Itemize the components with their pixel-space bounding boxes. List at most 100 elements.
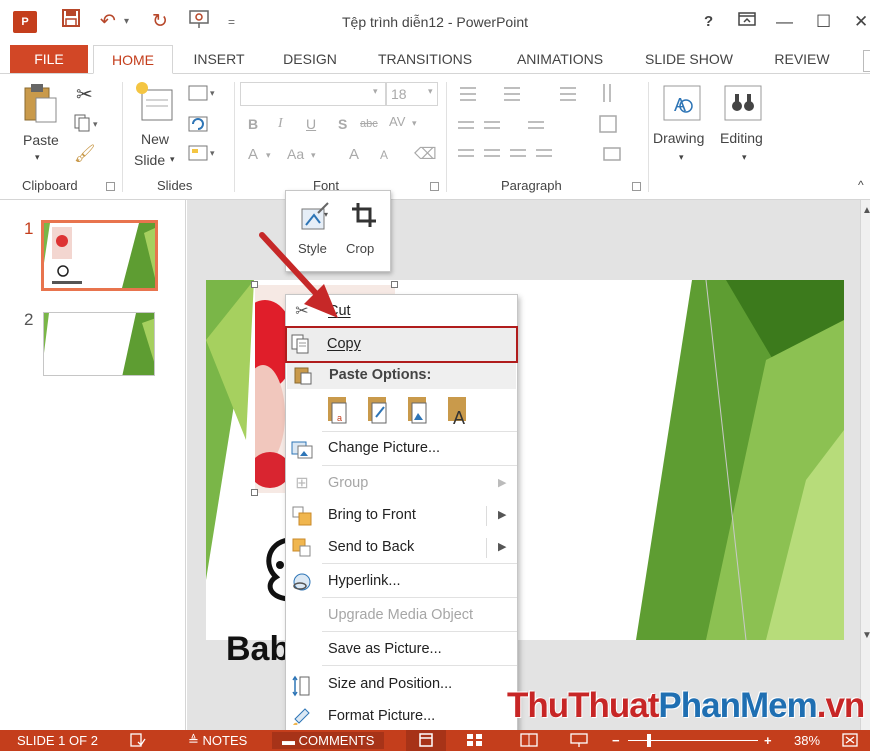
zoom-out-button[interactable]: − — [612, 733, 620, 748]
menu-item-save-as-picture[interactable]: Save as Picture... — [286, 635, 517, 665]
new-slide-icon[interactable] — [134, 80, 174, 129]
italic-button[interactable]: I — [278, 116, 283, 132]
paragraph-launcher-icon[interactable] — [632, 182, 641, 191]
help-button[interactable]: ? — [704, 10, 713, 34]
menu-item-change-picture[interactable]: Change Picture... — [286, 434, 517, 464]
slide-thumbnail-2[interactable] — [43, 312, 155, 376]
tab-design[interactable]: DESIGN — [272, 45, 348, 73]
svg-text:▾: ▾ — [210, 148, 215, 158]
scroll-up-icon[interactable]: ▲ — [862, 205, 870, 216]
zoom-in-button[interactable]: + — [764, 733, 772, 748]
clear-formatting-icon[interactable]: ⌫ — [414, 144, 437, 164]
menu-item-group[interactable]: ⊞ Group ▶ — [286, 469, 517, 499]
paste-use-destination-theme-icon: a — [328, 397, 347, 424]
grow-font-button[interactable]: A — [349, 146, 359, 163]
zoom-slider-thumb[interactable] — [647, 734, 651, 747]
crop-button[interactable]: Crop — [346, 241, 374, 256]
paste-dropdown-icon[interactable]: ▾ — [35, 152, 40, 163]
paste-label[interactable]: Paste — [23, 132, 59, 148]
tab-transitions[interactable]: TRANSITIONS — [366, 45, 484, 73]
format-picture-icon — [291, 707, 313, 727]
picture-style-icon[interactable]: ▾ — [300, 201, 332, 236]
notes-button[interactable]: ≜ NOTES — [188, 733, 247, 748]
normal-view-button[interactable] — [406, 730, 446, 751]
font-launcher-icon[interactable] — [430, 182, 439, 191]
menu-label-bring-to-front: Bring to Front — [328, 507, 416, 523]
comments-button[interactable]: ▬ COMMENTS — [272, 732, 385, 749]
menu-item-hyperlink[interactable]: Hyperlink... — [286, 567, 517, 597]
copy-icon[interactable]: ▾ — [74, 114, 102, 135]
resize-handle[interactable] — [391, 281, 398, 288]
drawing-icon[interactable]: A — [662, 84, 702, 129]
maximize-button[interactable]: ☐ — [816, 10, 831, 34]
drawing-dropdown-icon[interactable]: ▾ — [679, 152, 684, 163]
bold-button[interactable]: B — [248, 116, 258, 132]
drawing-label[interactable]: Drawing — [653, 130, 704, 146]
watermark: ThuThuatPhanMem.vn — [507, 686, 865, 726]
menu-item-size-and-position[interactable]: Size and Position... — [286, 670, 517, 700]
paragraph-controls-icon[interactable] — [454, 82, 644, 177]
crop-icon[interactable] — [350, 201, 378, 234]
minimize-button[interactable]: — — [776, 10, 793, 34]
font-family-select[interactable] — [240, 82, 386, 106]
menu-item-cut[interactable]: ✂ Cut — [286, 297, 517, 327]
slide-sorter-view-icon[interactable] — [466, 733, 484, 750]
format-painter-icon[interactable]: 🖌 — [74, 144, 96, 164]
cut-icon[interactable]: ✂ — [76, 82, 93, 107]
thumbnail-number-1: 1 — [24, 219, 34, 238]
slide-thumbnail-1[interactable] — [41, 220, 158, 291]
tab-slide-show[interactable]: SLIDE SHOW — [636, 45, 742, 73]
menu-label-group: Group — [328, 475, 369, 491]
zoom-level[interactable]: 38% — [794, 733, 820, 748]
submenu-arrow-icon[interactable]: ▶ — [498, 540, 506, 553]
menu-item-copy[interactable]: Copy — [285, 326, 518, 363]
tab-file[interactable]: FILE — [10, 45, 88, 73]
slide-show-view-icon[interactable] — [570, 733, 588, 750]
character-spacing-button[interactable]: AV — [389, 114, 405, 129]
new-slide-dropdown-icon[interactable]: ▾ — [170, 154, 175, 165]
editing-label[interactable]: Editing — [720, 130, 763, 146]
paste-icon[interactable] — [22, 82, 58, 129]
layout-icon[interactable]: ▾ ▾ — [188, 84, 222, 169]
menu-item-bring-to-front[interactable]: Bring to Front ▶ — [286, 501, 517, 531]
editing-dropdown-icon[interactable]: ▾ — [742, 152, 747, 163]
collapse-ribbon-icon[interactable]: ^ — [858, 178, 864, 192]
new-slide-label-line2[interactable]: Slide — [134, 152, 165, 168]
font-size-dropdown-icon[interactable]: ▾ — [428, 86, 433, 97]
menu-item-send-to-back[interactable]: Send to Back ▶ — [286, 533, 517, 563]
font-color-button[interactable]: A — [248, 146, 258, 163]
spell-check-icon[interactable] — [130, 733, 146, 750]
tab-animations[interactable]: ANIMATIONS — [501, 45, 619, 73]
strikethrough-button[interactable]: abc — [360, 118, 378, 130]
shrink-font-button[interactable]: A — [380, 148, 388, 162]
fit-slide-icon[interactable] — [842, 733, 858, 750]
reading-view-icon[interactable] — [520, 733, 538, 750]
ribbon-display-options-icon[interactable] — [738, 10, 756, 34]
tab-home[interactable]: HOME — [93, 45, 173, 74]
close-button[interactable]: ✕ — [854, 10, 868, 34]
character-spacing-dropdown-icon[interactable]: ▾ — [412, 118, 417, 129]
tab-review[interactable]: REVIEW — [766, 45, 838, 73]
shadow-button[interactable]: S — [338, 116, 347, 132]
watermark-part1: ThuThuat — [507, 686, 659, 725]
vertical-scrollbar[interactable] — [860, 200, 870, 730]
resize-handle[interactable] — [251, 281, 258, 288]
scroll-down-icon[interactable]: ▼ — [862, 630, 870, 641]
font-color-dropdown-icon[interactable]: ▾ — [266, 150, 271, 161]
menu-item-upgrade-media-object[interactable]: Upgrade Media Object — [286, 601, 517, 631]
change-case-dropdown-icon[interactable]: ▾ — [311, 150, 316, 161]
paste-options-icon — [292, 365, 314, 385]
menu-item-format-picture[interactable]: Format Picture... — [286, 702, 517, 732]
font-size-value: 18 — [391, 86, 407, 102]
tab-insert[interactable]: INSERT — [184, 45, 254, 73]
underline-button[interactable]: U — [306, 116, 316, 132]
change-case-button[interactable]: Aa — [287, 146, 304, 162]
resize-handle[interactable] — [251, 489, 258, 496]
clipboard-launcher-icon[interactable] — [106, 182, 115, 191]
style-button[interactable]: Style — [298, 241, 327, 256]
menu-label-save-as-picture: Save as Picture... — [328, 641, 442, 657]
binoculars-icon[interactable] — [723, 84, 763, 129]
submenu-arrow-icon[interactable]: ▶ — [498, 508, 506, 521]
font-family-dropdown-icon[interactable]: ▾ — [373, 86, 378, 97]
new-slide-label-line1[interactable]: New — [141, 131, 169, 147]
